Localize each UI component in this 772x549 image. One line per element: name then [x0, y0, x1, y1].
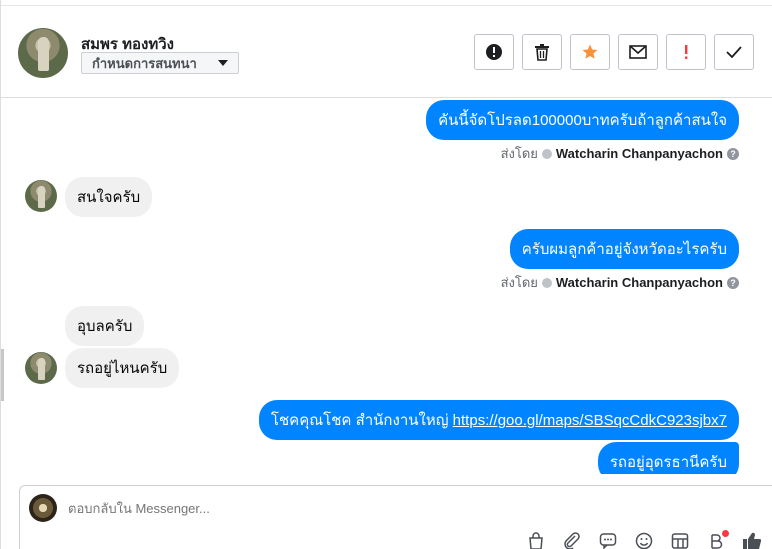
help-question-icon[interactable]: ? — [727, 147, 739, 160]
emoji-icon — [635, 532, 653, 549]
message-text: สนใจครับ — [77, 189, 141, 206]
paperclip-icon — [564, 532, 580, 549]
outgoing-message-bubble[interactable]: รถอยู่อุดรธานีครับ — [597, 442, 739, 474]
sent-by-label: ส่งโดย — [500, 275, 538, 290]
contact-avatar-small[interactable] — [25, 352, 57, 384]
quick-reply-icon — [599, 533, 617, 549]
reply-input[interactable] — [68, 501, 468, 516]
sender-name[interactable]: Watcharin Chanpanyachon — [556, 275, 723, 290]
message-text: รถอยู่ไหนครับ — [77, 360, 168, 377]
verified-check-icon — [541, 148, 552, 159]
contact-avatar-small[interactable] — [25, 180, 57, 212]
message-text: อุบลครับ — [77, 318, 133, 335]
follow-up-button[interactable] — [666, 34, 706, 70]
reply-composer — [19, 485, 772, 549]
assign-dropdown-label: กำหนดการสนทนา — [92, 55, 197, 71]
emoji-button[interactable] — [633, 530, 655, 549]
mark-done-button[interactable] — [714, 34, 754, 70]
maps-link[interactable]: https://goo.gl/maps/SBSqcCdkC923sjbx7 — [453, 412, 727, 429]
sent-by-label: ส่งโดย — [500, 146, 538, 161]
like-icon — [743, 532, 762, 549]
like-button[interactable] — [741, 530, 763, 549]
incoming-message-bubble[interactable]: รถอยู่ไหนครับ — [65, 348, 180, 388]
incoming-message-bubble[interactable]: อุบลครับ — [65, 306, 145, 346]
outgoing-message-bubble[interactable]: คันนี้จัดโปรลด100000บาทครับถ้าลูกค้าสนใจ — [426, 100, 739, 140]
exclamation-circle-icon — [486, 44, 502, 60]
composer-toolbar — [525, 530, 763, 549]
contact-avatar[interactable] — [18, 28, 68, 78]
sent-by-line: ส่งโดย Watcharin Chanpanyachon ? — [501, 272, 739, 293]
verified-check-icon — [541, 277, 552, 288]
trash-icon — [535, 44, 549, 61]
conversation-header: สมพร ทองทวิง กำหนดการสนทนา — [1, 6, 772, 98]
outgoing-message-bubble[interactable]: ครับผมลูกค้าอยู่จังหวัดอะไรครับ — [509, 229, 739, 269]
message-text: คันนี้จัดโปรลด100000บาทครับถ้าลูกค้าสนใจ — [438, 112, 727, 129]
bag-icon — [529, 532, 543, 549]
outgoing-message-bubble[interactable]: โชคคุณโชค สำนักงานใหญ่ https://goo.gl/ma… — [258, 400, 739, 440]
attach-file-button[interactable] — [561, 530, 583, 549]
help-question-icon[interactable]: ? — [727, 276, 739, 289]
messenger-inbox-window: สมพร ทองทวิง กำหนดการสนทนา คันนี้จัดโปรล… — [0, 0, 772, 549]
payment-button[interactable] — [705, 530, 729, 549]
caret-down-icon — [218, 60, 228, 66]
message-text: ครับผมลูกค้าอยู่จังหวัดอะไรครับ — [521, 241, 727, 258]
assign-conversation-dropdown[interactable]: กำหนดการสนทนา — [81, 52, 239, 74]
template-button[interactable] — [669, 530, 691, 549]
checkmark-icon — [726, 46, 742, 58]
envelope-icon — [629, 45, 647, 59]
mark-spam-button[interactable] — [474, 34, 514, 70]
star-icon — [582, 44, 598, 59]
exclamation-mark-icon — [685, 45, 688, 59]
mark-unread-button[interactable] — [618, 34, 658, 70]
star-button[interactable] — [570, 34, 610, 70]
page-avatar — [29, 494, 57, 522]
message-text: โชคคุณโชค สำนักงานใหญ่ — [270, 412, 453, 429]
notification-dot — [722, 530, 729, 537]
sent-by-line: ส่งโดย Watcharin Chanpanyachon ? — [501, 143, 739, 164]
template-icon — [671, 533, 689, 549]
delete-button[interactable] — [522, 34, 562, 70]
sender-name[interactable]: Watcharin Chanpanyachon — [556, 146, 723, 161]
left-scroll-indicator — [1, 349, 4, 401]
message-thread[interactable]: คันนี้จัดโปรลด100000บาทครับถ้าลูกค้าสนใจ… — [1, 99, 769, 474]
message-text: รถอยู่อุดรธานีครับ — [609, 454, 727, 471]
quick-reply-button[interactable] — [597, 530, 619, 549]
header-actions — [474, 34, 754, 70]
bag-button[interactable] — [525, 530, 547, 549]
incoming-message-bubble[interactable]: สนใจครับ — [65, 177, 153, 217]
